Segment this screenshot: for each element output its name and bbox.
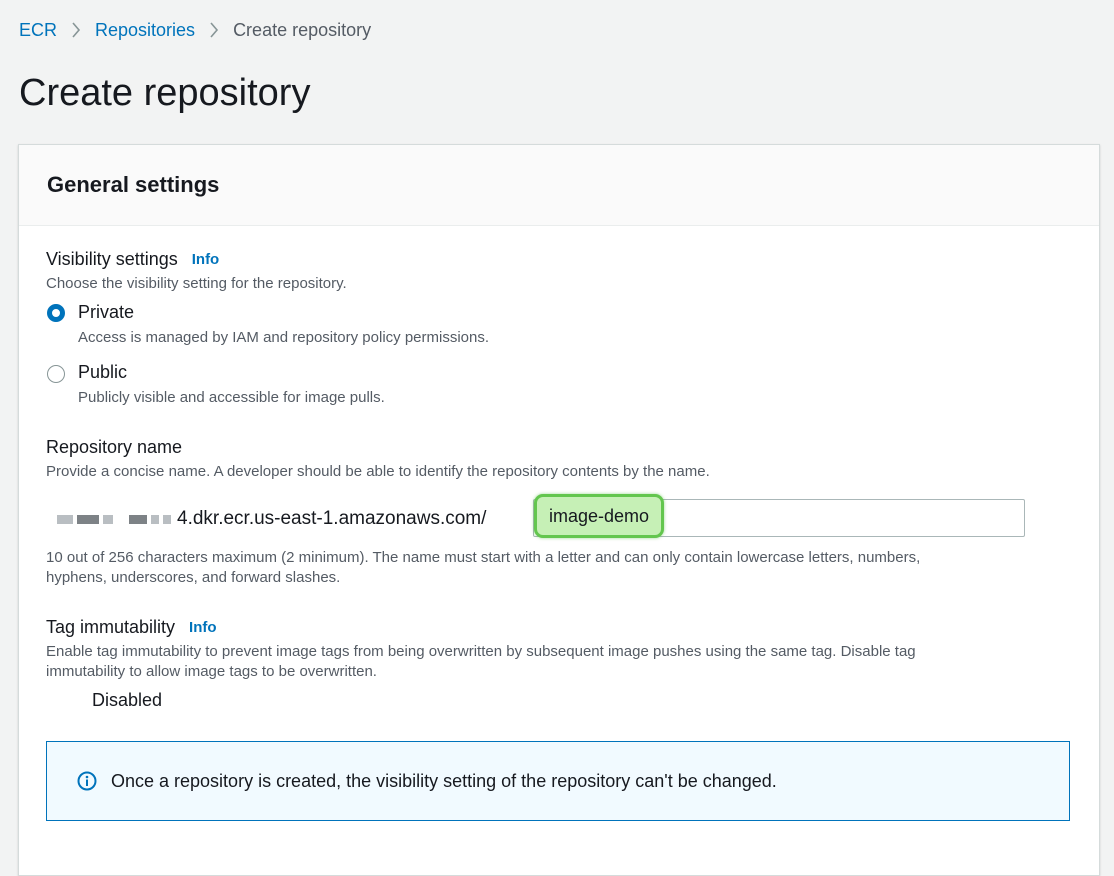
private-description: Access is managed by IAM and repository …: [78, 329, 490, 346]
private-radio[interactable]: [47, 304, 65, 322]
redacted-account-block: [129, 514, 147, 524]
public-description: Publicly visible and accessible for imag…: [78, 389, 385, 406]
tag-immutability-description-line2: immutability to allow image tags to be o…: [46, 663, 377, 680]
chevron-right-icon: [209, 22, 219, 38]
breadcrumb-current: Create repository: [233, 19, 372, 40]
repository-name-value-highlight[interactable]: image-demo: [534, 494, 665, 538]
redacted-account-block: [163, 514, 171, 524]
private-radio-label[interactable]: Private: [78, 302, 134, 323]
tag-immutability-label: Tag immutability Info: [46, 617, 217, 638]
breadcrumb-ecr-link[interactable]: ECR: [19, 20, 57, 41]
repository-name-label-text: Repository name: [46, 437, 183, 457]
redacted-account-block: [103, 514, 113, 524]
info-icon: [77, 771, 97, 791]
repository-name-input[interactable]: image-demo: [533, 494, 1025, 538]
alert-text: Once a repository is created, the visibi…: [111, 770, 777, 791]
public-radio[interactable]: [47, 365, 65, 383]
tag-immutability-label-text: Tag immutability: [46, 617, 176, 637]
visibility-info-link[interactable]: Info: [192, 251, 220, 268]
tag-immutability-toggle-label: Disabled: [92, 690, 163, 710]
visibility-description: Choose the visibility setting for the re…: [46, 275, 347, 292]
repository-name-description: Provide a concise name. A developer shou…: [46, 463, 710, 480]
repository-name-constraint-line2: hyphens, underscores, and forward slashe…: [46, 569, 341, 586]
visibility-label-text: Visibility settings: [46, 249, 178, 269]
redacted-account-block: [77, 514, 99, 524]
panel-header: General settings: [19, 145, 1099, 226]
registry-uri-prefix: 4.dkr.ecr.us-east-1.amazonaws.com/: [57, 508, 486, 530]
visibility-settings-label: Visibility settings Info: [46, 249, 219, 270]
redacted-account-block: [151, 514, 159, 524]
breadcrumb-repositories-link[interactable]: Repositories: [95, 20, 195, 41]
redacted-account-block: [57, 514, 73, 524]
chevron-right-icon: [71, 22, 81, 38]
panel-title: General settings: [47, 172, 220, 197]
tag-immutability-description-line1: Enable tag immutability to prevent image…: [46, 643, 916, 660]
tag-immutability-info-link[interactable]: Info: [189, 619, 217, 636]
general-settings-panel: General settings Visibility settings Inf…: [18, 144, 1100, 876]
public-radio-label[interactable]: Public: [78, 362, 127, 383]
repository-name-label: Repository name: [46, 437, 182, 458]
breadcrumb: ECR Repositories Create repository: [19, 18, 371, 42]
repository-name-constraint-line1: 10 out of 256 characters maximum (2 mini…: [46, 549, 921, 566]
visibility-info-alert: Once a repository is created, the visibi…: [46, 741, 1070, 821]
registry-uri-text: 4.dkr.ecr.us-east-1.amazonaws.com/: [177, 508, 487, 529]
page-title: Create repository: [19, 72, 311, 114]
